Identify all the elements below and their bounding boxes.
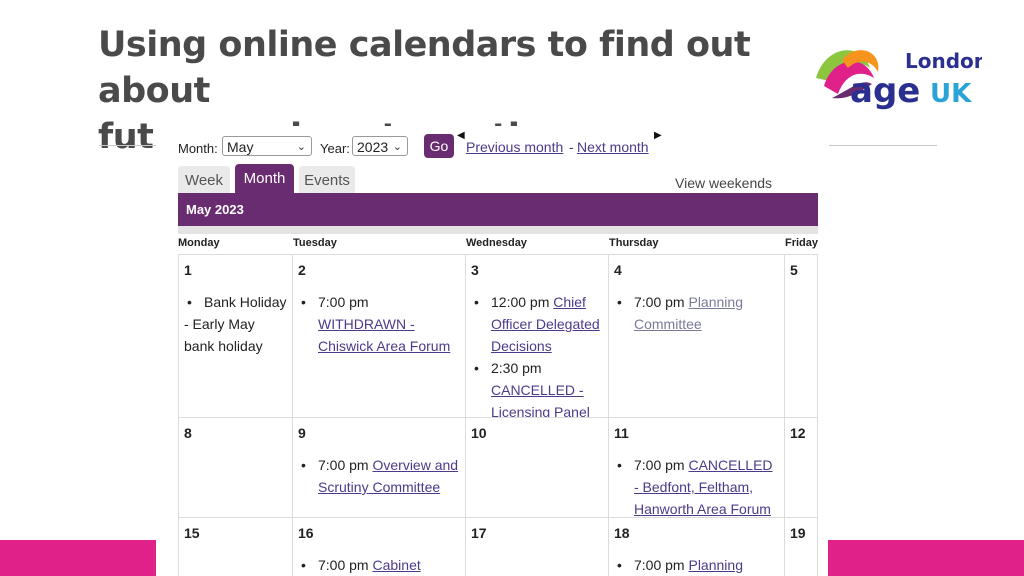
nav-separator: - [569, 139, 574, 155]
calendar-day-cell: 11 7:00 pm CANCELLED - Bedfont, Feltham, … [609, 418, 785, 518]
calendar-day-cell: 2 7:00 pm WITHDRAWN - Chiswick Area Forum [293, 254, 466, 418]
event-item: 2:30 pm CANCELLED - Licensing Panel [471, 357, 603, 417]
day-number: 15 [184, 525, 200, 541]
month-select-value: May [227, 139, 254, 155]
event-list: 7:00 pm Planning [614, 554, 779, 576]
event-item: 7:00 pm WITHDRAWN - Chiswick Area Forum [298, 291, 460, 357]
day-number: 11 [614, 425, 629, 441]
event-list: 12:00 pm Chief Officer Delegated Decisio… [471, 291, 603, 417]
footer-band-left [0, 540, 156, 576]
event-item: 7:00 pm Overview and Scrutiny Committee [298, 454, 460, 498]
tab-week[interactable]: Week [178, 166, 230, 194]
day-number: 17 [471, 525, 487, 541]
day-number: 8 [184, 425, 192, 441]
view-weekends-link[interactable]: View weekends [675, 175, 772, 191]
next-month-link[interactable]: Next month [577, 139, 649, 155]
day-header-monday: Monday [178, 237, 220, 249]
event-time: 7:00 pm [634, 557, 685, 573]
logo-age-text: age [850, 71, 920, 111]
tab-month[interactable]: Month [235, 164, 294, 194]
calendar-day-cell: 3 12:00 pm Chief Officer Delegated Decisi… [466, 254, 609, 418]
header-strip [178, 226, 818, 234]
event-list: 7:00 pm Planning Committee [614, 291, 779, 335]
event-time: 12:00 pm [491, 294, 550, 310]
event-item: 7:00 pm Cabinet [298, 554, 460, 576]
day-number: 12 [790, 425, 806, 441]
logo-london-text: London [905, 49, 982, 73]
event-time: 7:00 pm [318, 457, 369, 473]
footer-band-right [828, 540, 1024, 576]
month-title: May 2023 [186, 202, 244, 217]
calendar-day-cell: 10 [466, 418, 609, 518]
calendar-day-cell: 5 [785, 254, 818, 418]
event-time: Bank Holiday [204, 294, 287, 310]
event-list: 7:00 pm Overview and Scrutiny Committee [298, 454, 460, 498]
event-link[interactable]: Planning [688, 557, 743, 573]
calendar-day-cell: 167:00 pm Cabinet [293, 518, 466, 576]
event-time: 7:00 pm [318, 294, 369, 310]
event-item: 7:00 pm CANCELLED - Bedfont, Feltham, Ha… [614, 454, 779, 517]
event-list: 7:00 pm CANCELLED - Bedfont, Feltham, Ha… [614, 454, 779, 517]
month-label: Month: [178, 141, 218, 156]
month-title-bar: May 2023 [178, 193, 818, 226]
day-number: 10 [471, 425, 487, 441]
event-link[interactable]: WITHDRAWN - Chiswick Area Forum [318, 316, 450, 354]
day-number: 9 [298, 425, 306, 441]
age-uk-logo: London age UK [812, 38, 988, 118]
day-header-friday: Friday [785, 237, 819, 249]
event-list: 7:00 pm WITHDRAWN - Chiswick Area Forum [298, 291, 460, 357]
previous-arrow-icon[interactable]: ◀ [457, 130, 465, 141]
age-uk-swirl-icon: London age UK [816, 49, 988, 111]
day-number: 2 [298, 262, 306, 278]
event-link[interactable]: Cabinet [372, 557, 420, 573]
event-link[interactable]: CANCELLED - Licensing Panel [491, 382, 590, 417]
calendar-day-cell: 8 [178, 418, 293, 518]
day-header-wednesday: Wednesday [466, 237, 527, 249]
chevron-down-icon: ⌄ [296, 141, 306, 153]
day-number: 1 [184, 262, 192, 278]
calendar-day-cell: 15 [178, 518, 293, 576]
divider-right [829, 145, 937, 146]
event-title: - Early May bank holiday [184, 316, 263, 354]
previous-month-link[interactable]: Previous month [466, 139, 563, 155]
next-arrow-icon[interactable]: ▶ [654, 130, 662, 141]
day-number: 19 [790, 525, 806, 541]
event-item: Bank Holiday - Early May bank holiday [184, 291, 287, 357]
calendar-day-cell: 17 [466, 518, 609, 576]
year-select[interactable]: 2023 ⌄ [352, 136, 408, 156]
event-time: 7:00 pm [634, 457, 685, 473]
month-select[interactable]: May ⌄ [222, 136, 312, 156]
event-item: 7:00 pm Planning [614, 554, 779, 576]
slide-title-line-1: Using online calendars to find out about [98, 25, 751, 111]
event-list: 7:00 pm Cabinet [298, 554, 460, 576]
calendar-screenshot: Month: May ⌄ Year: 2023 ⌄ Go ◀ Previous … [156, 126, 828, 576]
calendar-day-cell: 12 [785, 418, 818, 518]
day-number: 18 [614, 525, 630, 541]
day-number: 3 [471, 262, 479, 278]
calendar-day-cell: 4 7:00 pm Planning Committee [609, 254, 785, 418]
event-time: 2:30 pm [491, 360, 542, 376]
divider-left [99, 145, 156, 146]
calendar-day-cell: 9 7:00 pm Overview and Scrutiny Committee [293, 418, 466, 518]
year-select-value: 2023 [357, 139, 389, 155]
event-item: 7:00 pm Planning Committee [614, 291, 779, 335]
year-label: Year: [320, 141, 350, 156]
calendar-day-cell: 1 Bank Holiday - Early May bank holiday [178, 254, 293, 418]
event-list: Bank Holiday - Early May bank holiday [184, 291, 287, 357]
chevron-down-icon: ⌄ [392, 141, 402, 153]
day-header-tuesday: Tuesday [293, 237, 337, 249]
tab-events[interactable]: Events [299, 166, 355, 194]
calendar-day-cell: 187:00 pm Planning [609, 518, 785, 576]
day-number: 5 [790, 262, 798, 278]
calendar-controls: Month: May ⌄ Year: 2023 ⌄ Go ◀ Previous … [178, 130, 818, 160]
go-button[interactable]: Go [424, 134, 454, 158]
day-header-thursday: Thursday [609, 237, 659, 249]
day-number: 4 [614, 262, 622, 278]
logo-uk-text: UK [930, 79, 972, 109]
calendar-day-cell: 19 [785, 518, 818, 576]
event-item: 12:00 pm Chief Officer Delegated Decisio… [471, 291, 603, 357]
day-number: 16 [298, 525, 314, 541]
event-time: 7:00 pm [634, 294, 685, 310]
event-time: 7:00 pm [318, 557, 369, 573]
